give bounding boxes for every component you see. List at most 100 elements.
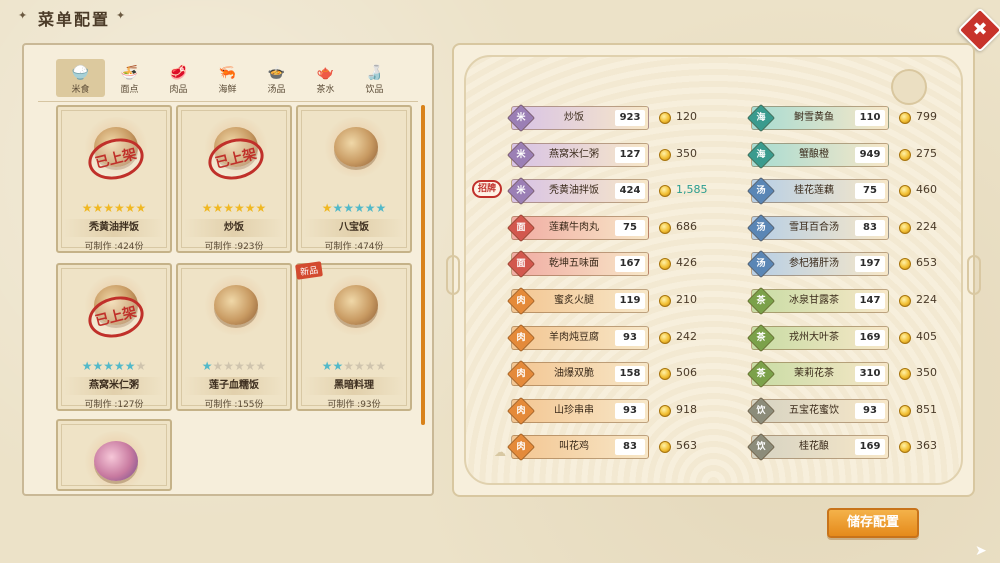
menu-item[interactable]: 海 鲥雪黄鱼 110 <box>746 103 889 133</box>
cursor-icon: ➤ <box>975 543 987 559</box>
menu-item[interactable]: 面 乾坤五味面 167 <box>506 250 649 279</box>
category-icon: 🍲 <box>267 65 286 81</box>
category-badge-label: 肉 <box>516 405 526 416</box>
dish-image <box>214 285 258 325</box>
category-badge-label: 汤 <box>756 222 766 233</box>
star-icon: ★ <box>212 201 224 215</box>
dish-card[interactable]: ★★★★★★ 八宝饭 可制作 :474份 <box>296 105 412 253</box>
menu-item[interactable]: 茶 茉莉花茶 310 <box>746 360 889 389</box>
dish-name: 莲子血糯饭 <box>184 377 284 395</box>
category-badge-label: 汤 <box>756 259 766 270</box>
star-icon: ★ <box>364 359 376 373</box>
coin-icon <box>899 221 911 234</box>
menu-item-name: 茉莉花茶 <box>794 368 834 380</box>
menu-item-price: 1,585 <box>676 183 708 197</box>
dish-card[interactable]: 已上架 ★★★★★★ 炒饭 可制作 :923份 <box>176 105 292 253</box>
star-icon: ★ <box>223 359 234 373</box>
star-icon: ★ <box>255 201 267 215</box>
star-rating: ★★★★★★ <box>298 359 410 373</box>
right-side-ornament-icon <box>967 255 981 295</box>
menu-item[interactable]: 肉 山珍串串 93 <box>506 396 649 425</box>
menu-item-count: 310 <box>855 366 885 383</box>
category-icon: 🦐 <box>218 65 237 81</box>
menu-item[interactable]: 肉 叫花鸡 83 <box>506 433 649 462</box>
dish-quantity: 可制作 :474份 <box>324 242 384 252</box>
coin-icon <box>659 404 671 417</box>
dish-card[interactable]: ★★★★★★ 莲子血糯饭 可制作 :155份 <box>176 263 292 411</box>
category-icon: 🍶 <box>365 65 384 81</box>
menu-item[interactable]: 汤 参杞猪肝汤 197 <box>746 250 889 279</box>
star-icon: ★ <box>354 201 365 215</box>
menu-item-count: 93 <box>615 402 645 419</box>
menu-item-name: 炒饭 <box>564 112 584 123</box>
category-badge-label: 米 <box>516 113 526 123</box>
star-icon: ★ <box>124 359 136 373</box>
page-title: 菜单配置 <box>38 10 111 29</box>
tab-category[interactable]: 🍚 米食 <box>56 59 105 97</box>
menu-item[interactable]: 茶 冰泉甘露茶 147 <box>746 286 889 316</box>
menu-item-count: 83 <box>615 439 645 456</box>
category-badge-label: 茶 <box>756 296 766 306</box>
dish-card[interactable]: 新品 ★★★★★★ 黑暗料理 可制作 :93份 <box>295 261 412 411</box>
dish-card[interactable]: 已上架 ★★★★★★ 秃黄油拌饭 可制作 :424份 <box>56 105 172 253</box>
dish-image <box>334 285 378 325</box>
tab-category[interactable]: 🍜 面点 <box>105 59 154 97</box>
menu-item[interactable]: 米 燕窝米仁粥 127 <box>506 140 649 169</box>
menu-item[interactable]: 米 秃黄油拌饭 424 <box>506 177 649 206</box>
star-icon: ★ <box>114 359 125 373</box>
dish-quantity: 可制作 :127份 <box>84 400 144 410</box>
category-badge-label: 茶 <box>756 369 766 380</box>
menu-item-count: 167 <box>615 256 645 273</box>
star-icon: ★ <box>234 359 245 373</box>
menu-item[interactable]: 肉 蜜炙火腿 119 <box>506 286 649 316</box>
menu-item-name: 参杞猪肝汤 <box>789 258 839 270</box>
menu-item[interactable]: 饮 桂花酿 169 <box>746 433 889 462</box>
tab-category[interactable]: 🥩 肉品 <box>154 59 203 97</box>
menu-item[interactable]: 汤 桂花莲藕 75 <box>746 177 889 206</box>
star-icon: ★ <box>364 201 376 215</box>
left-side-ornament-icon <box>446 255 460 295</box>
dish-card[interactable] <box>56 419 172 491</box>
title-bar: ✦ 菜单配置 ✦ <box>0 0 1000 32</box>
coin-icon <box>659 295 671 307</box>
menu-item[interactable]: 茶 戎州大叶茶 169 <box>746 323 889 352</box>
scroll-thumb[interactable] <box>421 105 425 425</box>
menu-item[interactable]: 肉 油爆双脆 158 <box>506 360 649 389</box>
tab-label: 肉品 <box>169 85 188 95</box>
tab-label: 海鲜 <box>218 85 237 95</box>
menu-item-price: 563 <box>676 439 697 453</box>
menu-item[interactable]: 米 炒饭 923 <box>506 103 649 133</box>
tab-category[interactable]: 🦐 海鲜 <box>203 59 252 97</box>
star-icon: ★ <box>244 201 256 215</box>
save-config-button[interactable]: 储存配置 <box>827 508 919 538</box>
menu-item[interactable]: 汤 雪耳百合汤 83 <box>746 213 889 242</box>
lantern-ornament-icon <box>891 69 927 105</box>
dish-card[interactable]: 已上架 ★★★★★★ 燕窝米仁粥 可制作 :127份 <box>56 263 172 411</box>
menu-item-price: 918 <box>676 402 697 416</box>
menu-item[interactable]: 饮 五宝花蜜饮 93 <box>746 396 889 425</box>
tab-category[interactable]: 🍲 汤品 <box>252 59 301 97</box>
menu-item-price: 460 <box>916 183 937 197</box>
star-icon: ★ <box>201 359 213 373</box>
menu-item-name: 五宝花蜜饮 <box>789 404 839 416</box>
dish-name: 黑暗料理 <box>304 377 404 395</box>
category-badge-label: 饮 <box>756 442 766 453</box>
menu-item-name: 莲藕牛肉丸 <box>549 221 599 233</box>
star-icon: ★ <box>124 201 136 215</box>
menu-item[interactable]: 肉 羊肉炖豆腐 93 <box>506 323 649 352</box>
menu-item-price: 653 <box>916 256 937 270</box>
tab-category[interactable]: 🍶 饮品 <box>350 59 399 97</box>
star-icon: ★ <box>332 201 344 215</box>
menu-item-price: 799 <box>916 110 937 123</box>
coin-icon <box>899 295 911 307</box>
menu-item-count: 75 <box>855 183 885 200</box>
tab-category[interactable]: 🫖 茶水 <box>301 59 350 97</box>
dish-name: 秃黄油拌饭 <box>64 219 164 237</box>
menu-item[interactable]: 面 莲藕牛肉丸 75 <box>506 213 649 242</box>
dish-name: 八宝饭 <box>304 219 404 237</box>
star-icon: ★ <box>321 359 333 373</box>
menu-item-price: 363 <box>916 439 937 453</box>
tab-label: 茶水 <box>316 85 335 95</box>
star-icon: ★ <box>244 359 256 373</box>
menu-item[interactable]: 海 蟹酿橙 949 <box>746 140 889 169</box>
